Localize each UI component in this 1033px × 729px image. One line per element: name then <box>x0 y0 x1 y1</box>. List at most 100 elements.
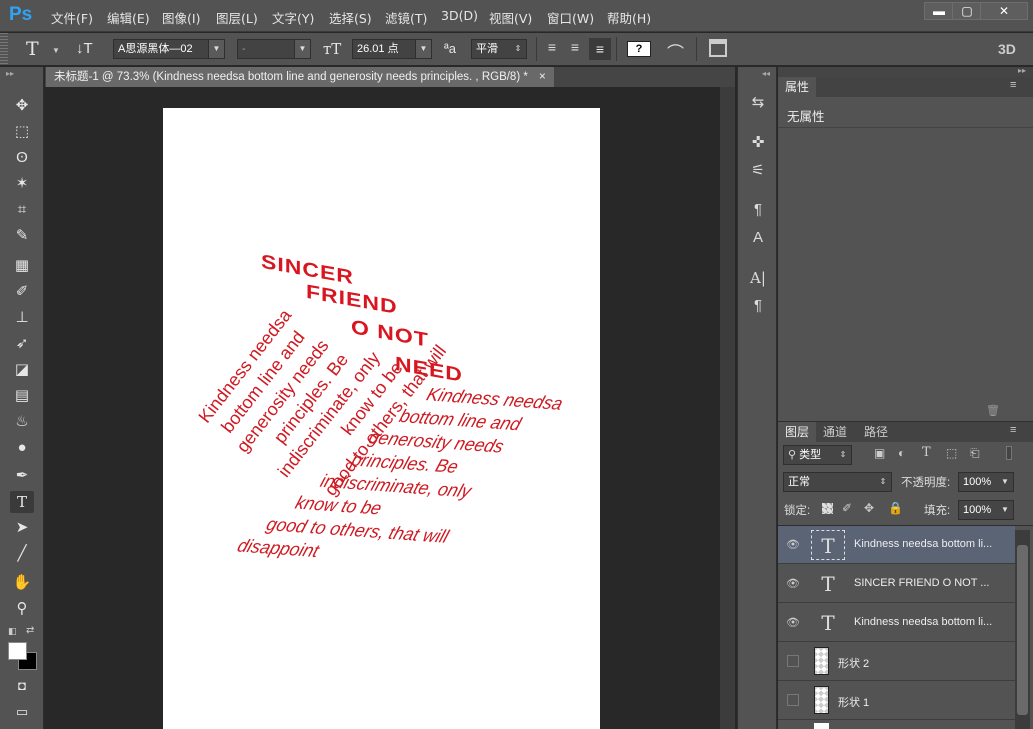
tab-layers[interactable]: 图层 <box>778 422 817 442</box>
anti-alias-select[interactable]: 平滑 ⇕ <box>471 39 527 59</box>
font-style-select[interactable]: - ▼ <box>237 39 311 59</box>
document-canvas[interactable]: SINCER FRIEND O NOT NEED Kindness needsa… <box>163 108 600 729</box>
text-color-swatch[interactable]: ? <box>627 41 651 57</box>
lock-pixels-icon[interactable]: ✐ <box>842 501 852 515</box>
align-right-icon[interactable]: ≡ <box>589 38 611 60</box>
menu-edit[interactable]: 编辑(E) <box>107 8 150 27</box>
lock-transparent-icon[interactable] <box>822 503 833 514</box>
3d-mode-button[interactable]: 3D <box>998 41 1016 57</box>
screen-mode-icon[interactable]: ▭ <box>10 701 34 723</box>
zoom-tool-icon[interactable]: ⚲ <box>10 598 34 620</box>
layers-scrollbar-thumb[interactable] <box>1017 545 1028 715</box>
swap-colors-icon[interactable]: ⇄ <box>26 625 34 636</box>
collapse-icon[interactable]: ▸▸ <box>1018 66 1026 75</box>
menu-select[interactable]: 选择(S) <box>329 8 372 27</box>
warp-text-icon[interactable]: ⌒ <box>667 39 684 64</box>
history-brush-icon[interactable]: ➶ <box>10 333 34 355</box>
filter-shape-icon[interactable]: ⬚ <box>946 446 957 460</box>
tab-paths[interactable]: 路径 <box>857 422 895 442</box>
layer-row[interactable]: 👁 T SINCER FRIEND O NOT ... <box>778 565 1015 603</box>
move-tool-icon[interactable]: ✥ <box>10 95 34 117</box>
visibility-eye-icon[interactable]: 👁 <box>786 616 800 630</box>
line-tool-icon[interactable]: ╱ <box>10 543 34 565</box>
brush-presets-icon[interactable]: ✜ <box>748 133 768 151</box>
type-tool-preset-icon[interactable]: T <box>26 38 39 60</box>
lock-position-icon[interactable]: ✥ <box>864 501 874 515</box>
foreground-color-swatch[interactable] <box>8 642 27 660</box>
delete-icon[interactable]: 🗑 <box>986 404 1000 417</box>
default-colors-icon[interactable]: ◧ <box>8 626 17 637</box>
lock-all-icon[interactable]: 🔒 <box>888 501 903 515</box>
close-tab-icon[interactable]: × <box>539 71 546 83</box>
visibility-toggle[interactable] <box>787 694 799 706</box>
shape-layer-thumb-icon <box>814 647 829 675</box>
marquee-tool-icon[interactable]: ⬚ <box>10 121 34 143</box>
layer-row[interactable]: 👁 T Kindness needsa bottom li... <box>778 526 1015 564</box>
chevron-down-icon[interactable]: ▼ <box>52 46 60 55</box>
paragraph-panel-icon[interactable]: ¶ <box>748 297 768 314</box>
pen-tool-icon[interactable]: ✒ <box>10 465 34 487</box>
opacity-input[interactable]: 100% ▼ <box>958 472 1014 492</box>
visibility-eye-icon[interactable]: 👁 <box>786 577 800 591</box>
tab-properties[interactable]: 属性 <box>778 77 817 97</box>
filter-adjustment-icon[interactable]: ◐ <box>898 446 905 460</box>
layer-row[interactable]: 👁 T Kindness needsa bottom li... <box>778 604 1015 642</box>
character-styles-icon[interactable]: A <box>748 229 768 246</box>
crop-tool-icon[interactable]: ⌗ <box>10 199 34 221</box>
close-button[interactable]: ✕ <box>980 2 1028 20</box>
dodge-tool-icon[interactable]: ● <box>10 437 34 459</box>
menu-file[interactable]: 文件(F) <box>51 8 93 27</box>
brush-tool-icon[interactable]: ✐ <box>10 281 34 303</box>
align-left-icon[interactable]: ≡ <box>543 39 561 59</box>
filter-toggle[interactable] <box>1006 446 1012 460</box>
menu-layer[interactable]: 图层(L) <box>216 8 258 27</box>
visibility-eye-icon[interactable]: 👁 <box>786 538 800 552</box>
character-panel-icon[interactable]: A| <box>748 269 768 287</box>
gradient-tool-icon[interactable]: ▤ <box>10 385 34 407</box>
panel-menu-icon[interactable]: ≡ <box>1010 424 1016 436</box>
panel-menu-icon[interactable]: ≡ <box>1010 79 1016 91</box>
fill-input[interactable]: 100% ▼ <box>958 500 1014 520</box>
menu-filter[interactable]: 滤镜(T) <box>385 8 427 27</box>
menu-type[interactable]: 文字(Y) <box>272 8 314 27</box>
collapse-icon[interactable]: ◂◂ <box>762 69 770 78</box>
font-size-input[interactable]: 26.01 点 ▼ <box>352 39 432 59</box>
type-tool-icon[interactable]: T <box>10 491 34 513</box>
menu-help[interactable]: 帮助(H) <box>607 8 651 27</box>
magic-wand-tool-icon[interactable]: ✶ <box>10 173 34 195</box>
eyedropper-tool-icon[interactable]: ✎ <box>10 225 34 247</box>
menu-3d[interactable]: 3D(D) <box>441 8 478 23</box>
eraser-tool-icon[interactable]: ◪ <box>10 359 34 381</box>
visibility-toggle[interactable] <box>787 655 799 667</box>
menu-window[interactable]: 窗口(W) <box>547 8 594 27</box>
toggle-orientation-icon[interactable]: ↓T <box>76 40 93 57</box>
layer-row[interactable]: 形状 2 <box>778 643 1015 681</box>
paragraph-styles-icon[interactable]: ¶ <box>748 201 768 218</box>
filter-type-icon[interactable]: T <box>922 445 931 460</box>
font-family-select[interactable]: A思源黑体—02 ▼ <box>113 39 225 59</box>
blur-tool-icon[interactable]: ♨ <box>10 411 34 433</box>
healing-tool-icon[interactable]: ▦ <box>10 255 34 277</box>
character-panel-icon[interactable] <box>709 39 727 57</box>
filter-smart-object-icon[interactable]: ⎗ <box>970 446 980 461</box>
layer-row[interactable]: 形状 1 <box>778 682 1015 720</box>
filter-pixel-icon[interactable]: ▣ <box>874 446 885 460</box>
blend-mode-select[interactable]: 正常 ⇕ <box>783 472 892 492</box>
menu-view[interactable]: 视图(V) <box>489 8 532 27</box>
tool-presets-icon[interactable]: ⚟ <box>748 161 768 179</box>
collapse-icon[interactable]: ▸▸ <box>6 69 14 78</box>
minimize-button[interactable]: ▬ <box>924 2 954 20</box>
tab-channels[interactable]: 通道 <box>816 422 854 442</box>
layer-filter-select[interactable]: ⚲ 类型 ⇕ <box>783 445 852 465</box>
hand-tool-icon[interactable]: ✋ <box>10 572 34 594</box>
maximize-button[interactable]: ▢ <box>952 2 982 20</box>
lasso-tool-icon[interactable]: ʘ <box>10 147 34 169</box>
history-panel-icon[interactable]: ⇆ <box>748 93 768 111</box>
stamp-tool-icon[interactable]: ⊥ <box>10 307 34 329</box>
quick-mask-icon[interactable]: ◘ <box>10 675 34 697</box>
menu-image[interactable]: 图像(I) <box>162 8 200 27</box>
document-tab[interactable]: 未标题-1 @ 73.3% (Kindness needsa bottom li… <box>46 67 554 87</box>
canvas-scrollbar[interactable] <box>720 87 735 729</box>
align-center-icon[interactable]: ≡ <box>566 39 584 59</box>
path-select-tool-icon[interactable]: ➤ <box>10 517 34 539</box>
